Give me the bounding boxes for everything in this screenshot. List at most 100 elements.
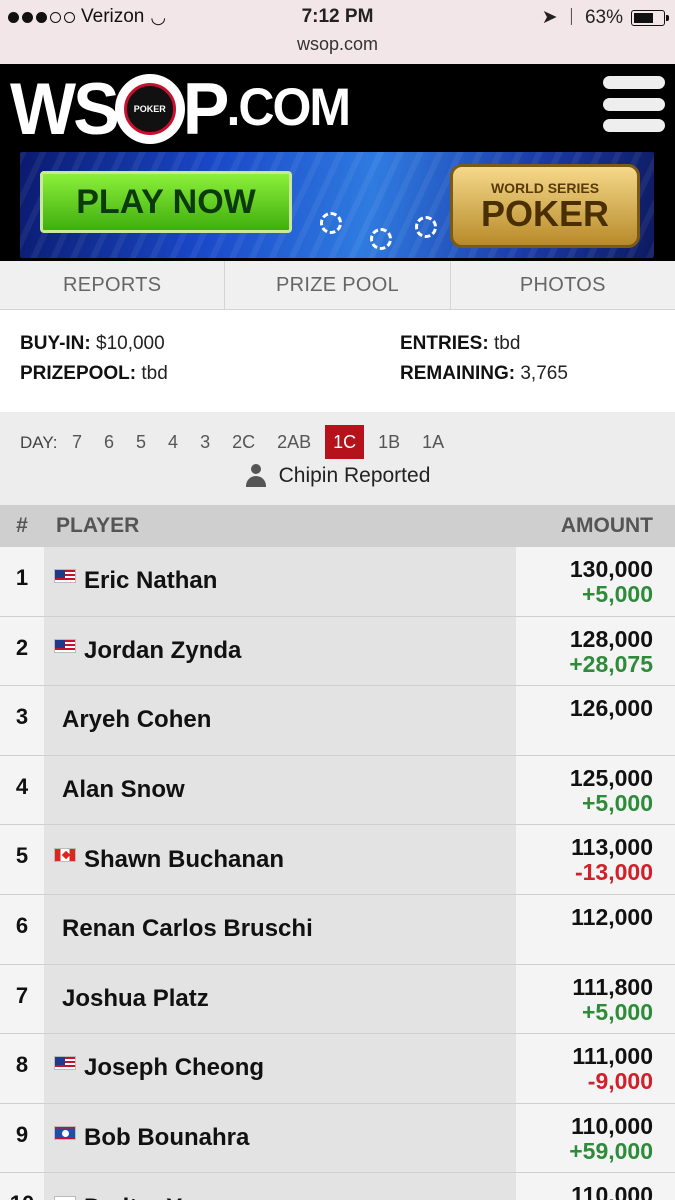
rank-cell: 3 <box>0 686 44 755</box>
battery-icon <box>631 9 669 26</box>
day-option[interactable]: 4 <box>160 425 186 459</box>
rank-cell: 5 <box>0 825 44 894</box>
player-name[interactable]: Renan Carlos Bruschi <box>62 915 313 943</box>
rank-cell: 9 <box>0 1103 44 1173</box>
bluetooth-icon: ᛁ <box>565 6 577 28</box>
day-option[interactable]: 1A <box>414 425 452 459</box>
buyin-label: BUY-IN: <box>20 333 91 354</box>
chip-amount: 130,000 <box>569 556 653 582</box>
logo-chip-text: POKER <box>123 83 176 135</box>
chip-count-table: 1 Eric Nathan 130,000 +5,000 2 Jordan Zynda 12… <box>0 547 675 1200</box>
day-selector: DAY: 7 6 5 4 3 2C 2AB 1C 1B 1A Chipin Reported <box>0 412 675 505</box>
table-row[interactable]: 5 Shawn Buchanan 113,000 -13,000 <box>0 825 675 895</box>
wsop-logo[interactable]: WS POKER P .COM <box>10 68 351 150</box>
day-list: 7 6 5 4 3 2C 2AB 1C 1B 1A <box>64 425 458 459</box>
player-cell: Alan Snow <box>44 755 516 825</box>
player-name[interactable]: Alan Snow <box>62 776 185 804</box>
player-cell: Bob Bounahra <box>44 1103 516 1173</box>
table-row[interactable]: 10 Dmitry Y... 110,000 <box>0 1173 675 1200</box>
buyin: BUY-IN: $10,000 <box>20 333 165 355</box>
buyin-value: $10,000 <box>96 333 165 354</box>
col-amount: AMOUNT <box>560 514 653 537</box>
table-row[interactable]: 1 Eric Nathan 130,000 +5,000 <box>0 547 675 617</box>
tab-prize-pool[interactable]: PRIZE POOL <box>225 261 451 309</box>
poker-chip-icon: POKER <box>114 74 185 144</box>
player-cell: Joshua Platz <box>44 964 516 1034</box>
amount-cell: 125,000 +5,000 <box>516 755 675 825</box>
remaining-label: REMAINING: <box>400 363 516 384</box>
player-cell: Aryeh Cohen <box>44 686 516 755</box>
logo-text-ws: WS <box>10 68 120 150</box>
table-row[interactable]: 6 Renan Carlos Bruschi 112,000 <box>0 894 675 965</box>
entries-label: ENTRIES: <box>400 333 489 354</box>
col-rank: # <box>16 514 28 537</box>
table-row[interactable]: 4 Alan Snow 125,000 +5,000 <box>0 755 675 826</box>
battery-percent: 63% <box>584 6 623 28</box>
chip-decoration-icon <box>415 216 437 238</box>
amount-cell: 112,000 <box>516 894 675 964</box>
status-right: ➤ ᛁ 63% <box>542 6 669 29</box>
player-name[interactable]: Joshua Platz <box>62 985 209 1013</box>
remaining: REMAINING: 3,765 <box>400 363 568 385</box>
chip-change: +5,000 <box>582 998 653 1025</box>
promo-banner[interactable]: PLAY NOW WORLD SERIES POKER <box>20 152 654 258</box>
logo-text-com: .COM <box>226 77 351 137</box>
table-row[interactable]: 8 Joseph Cheong 111,000 -9,000 <box>0 1034 675 1104</box>
col-player: PLAYER <box>56 514 140 537</box>
country-flag-icon <box>54 569 76 584</box>
chipin-label: Chipin Reported <box>278 464 431 487</box>
day-label: DAY: <box>20 433 58 452</box>
day-option[interactable]: 3 <box>192 425 218 459</box>
rank-cell: 4 <box>0 755 44 825</box>
chip-change: +59,000 <box>569 1137 653 1164</box>
player-name[interactable]: Dmitry Y... <box>84 1194 200 1200</box>
amount-cell: 130,000 +5,000 <box>516 547 675 616</box>
day-option[interactable]: 6 <box>96 425 122 459</box>
chip-amount: 125,000 <box>569 764 653 791</box>
prizepool-label: PRIZEPOOL: <box>20 363 137 384</box>
player-name[interactable]: Joseph Cheong <box>84 1054 264 1082</box>
player-cell: Renan Carlos Bruschi <box>44 894 516 964</box>
player-name[interactable]: Eric Nathan <box>84 567 217 595</box>
player-name[interactable]: Jordan Zynda <box>84 637 241 665</box>
entries-value: tbd <box>493 333 521 354</box>
url-bar[interactable]: wsop.com <box>0 34 675 55</box>
day-option[interactable]: 7 <box>64 425 90 459</box>
bracelet-image: WORLD SERIES POKER <box>450 164 640 248</box>
day-option[interactable]: 1B <box>370 425 408 459</box>
amount-cell: 113,000 -13,000 <box>516 825 675 894</box>
site-header: WS POKER P .COM PLAY NOW WORLD SERIES PO… <box>0 64 675 261</box>
day-option[interactable]: 2AB <box>269 425 319 459</box>
bracelet-main-text: POKER <box>480 193 610 234</box>
day-option[interactable]: 1C <box>325 425 365 459</box>
tab-photos[interactable]: PHOTOS <box>451 261 675 309</box>
amount-cell: 128,000 +28,075 <box>516 616 675 686</box>
player-name[interactable]: Bob Bounahra <box>84 1124 249 1152</box>
table-row[interactable]: 2 Jordan Zynda 128,000 +28,075 <box>0 616 675 687</box>
table-row[interactable]: 3 Aryeh Cohen 126,000 <box>0 686 675 756</box>
table-row[interactable]: 9 Bob Bounahra 110,000 +59,000 <box>0 1103 675 1174</box>
day-option[interactable]: 2C <box>224 425 263 459</box>
table-header: # PLAYER AMOUNT <box>0 505 675 547</box>
entries: ENTRIES: tbd <box>400 333 520 355</box>
rank-cell: 1 <box>0 547 44 616</box>
table-row[interactable]: 7 Joshua Platz 111,800 +5,000 <box>0 964 675 1035</box>
logo-text-p: P <box>182 68 230 150</box>
player-name[interactable]: Shawn Buchanan <box>84 846 284 874</box>
tournament-info: BUY-IN: $10,000 PRIZEPOOL: tbd ENTRIES: … <box>0 310 675 412</box>
tab-reports[interactable]: REPORTS <box>0 261 226 309</box>
prizepool-value: tbd <box>141 363 168 384</box>
menu-icon[interactable] <box>603 76 665 132</box>
remaining-value: 3,765 <box>520 363 568 384</box>
player-cell: Eric Nathan <box>44 547 516 616</box>
play-now-button[interactable]: PLAY NOW <box>40 171 292 233</box>
country-flag-icon <box>54 847 76 862</box>
chip-decoration-icon <box>370 228 392 250</box>
chip-amount: 113,000 <box>571 834 653 861</box>
chip-amount: 111,800 <box>572 973 653 1000</box>
chip-change: -9,000 <box>587 1068 653 1095</box>
day-option[interactable]: 5 <box>128 425 154 459</box>
player-name[interactable]: Aryeh Cohen <box>62 706 211 734</box>
country-flag-icon <box>54 638 76 653</box>
chip-amount: 111,000 <box>572 1043 653 1070</box>
